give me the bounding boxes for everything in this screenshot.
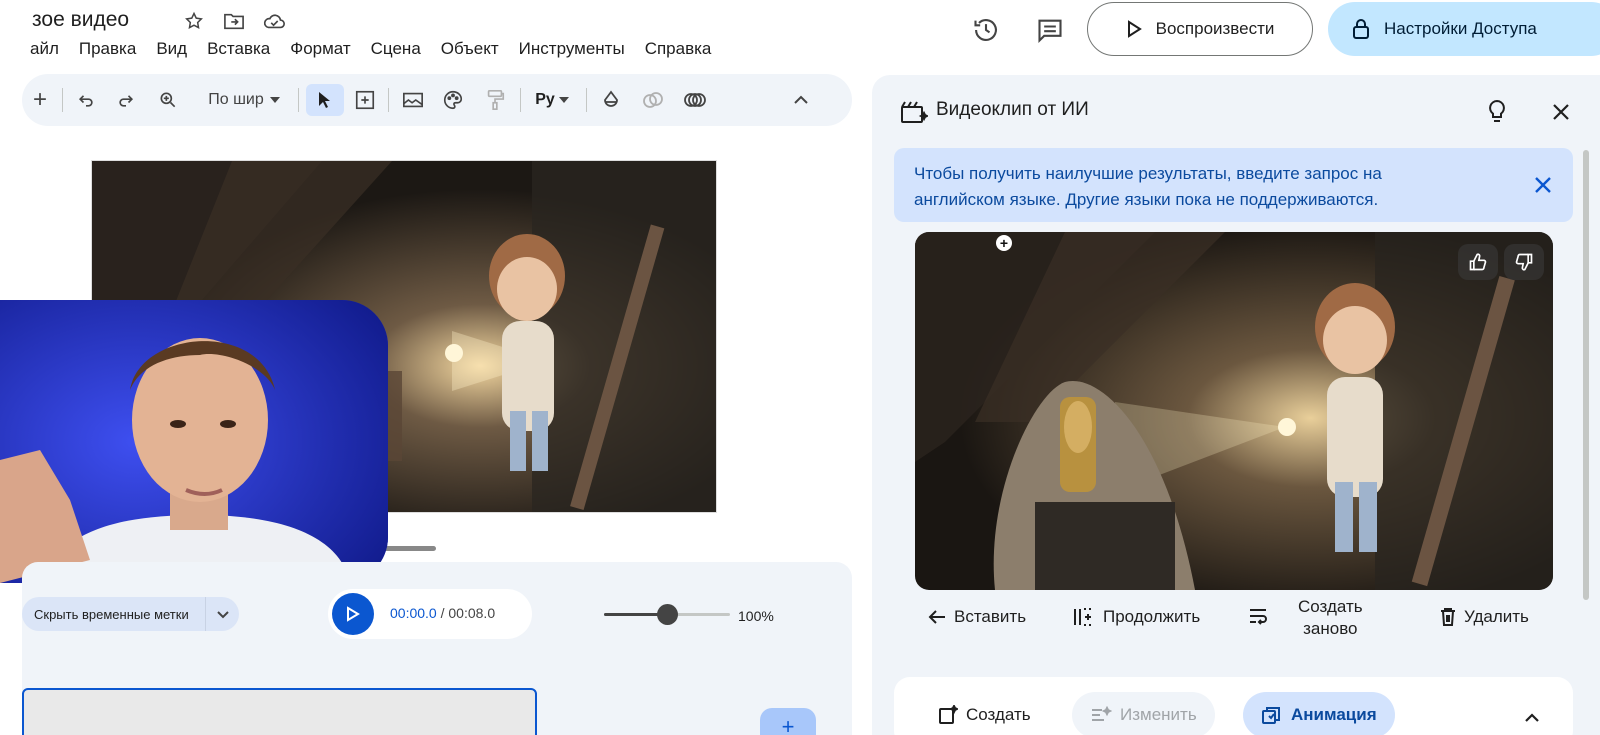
current-time: 00:00.0 (390, 605, 437, 621)
presenter-webcam-overlay (0, 300, 388, 583)
mode-create-button[interactable]: Создать (920, 692, 1049, 735)
menu-object[interactable]: Объект (441, 39, 499, 59)
time-separator: / (436, 605, 449, 621)
toolbar-divider (298, 88, 299, 112)
continue-clip-icon (1074, 608, 1091, 626)
total-time: 00:08.0 (448, 605, 496, 621)
menu-edit[interactable]: Правка (79, 39, 136, 59)
language-notice-banner: Чтобы получить наилучшие результаты, вве… (894, 148, 1573, 222)
menu-file[interactable]: айл (30, 39, 59, 59)
playback-time: 00:00.0 / 00:08.0 (390, 605, 495, 621)
mode-animate-button[interactable]: Анимация (1243, 692, 1395, 735)
format-paint-icon[interactable] (478, 84, 512, 116)
menu-bar: айл Правка Вид Вставка Формат Сцена Объе… (30, 39, 711, 59)
collapse-toolbar-chevron-up-icon[interactable] (784, 84, 818, 116)
language-select[interactable]: Ру (528, 84, 576, 116)
add-to-slide-plus-icon[interactable]: + (996, 235, 1012, 251)
zoom-select-label: По шир (208, 91, 264, 108)
fill-color-icon[interactable] (594, 84, 628, 116)
toolbar-divider (520, 88, 521, 112)
redo-icon[interactable] (112, 84, 140, 116)
top-bar: зое видео айл Правка Вид Вставка Формат … (0, 0, 1600, 75)
mode-edit-button[interactable]: Изменить (1072, 692, 1215, 735)
chevron-down-icon[interactable] (205, 597, 239, 631)
dropdown-caret-icon (558, 97, 569, 103)
clapperboard-sparkle-icon (898, 96, 930, 128)
mode-create-label: Создать (966, 705, 1031, 724)
play-presentation-button[interactable]: Воспроизвести (1087, 2, 1313, 56)
delete-label: Удалить (1464, 607, 1529, 626)
share-access-button[interactable]: Настройки Доступа (1328, 2, 1600, 56)
theme-palette-icon[interactable] (436, 84, 470, 116)
recreate-label-line2: заново (1303, 619, 1358, 638)
zoom-icon[interactable] (154, 84, 182, 116)
thumbs-up-icon[interactable] (1458, 244, 1498, 280)
editor-toolbar: + По шир Ру (22, 74, 852, 126)
comments-icon[interactable] (1032, 12, 1068, 48)
arrow-left-icon (928, 610, 945, 624)
mode-edit-label: Изменить (1120, 705, 1197, 724)
image-frame-icon[interactable] (396, 84, 430, 116)
language-select-label: Ру (535, 91, 555, 108)
lock-icon (1353, 19, 1369, 39)
undo-icon[interactable] (72, 84, 100, 116)
zoom-select[interactable]: По шир (196, 84, 292, 116)
insert-label: Вставить (954, 607, 1027, 626)
share-access-label: Настройки Доступа (1384, 19, 1537, 38)
play-icon (347, 606, 360, 622)
edit-sparkle-icon (1092, 706, 1112, 721)
select-cursor-icon[interactable] (306, 84, 344, 116)
volume-percent: 100% (738, 608, 774, 624)
new-item-plus-icon[interactable]: + (26, 84, 54, 116)
play-presentation-label: Воспроизвести (1155, 19, 1275, 38)
insert-button[interactable]: Вставить (928, 607, 1026, 627)
recreate-label-line1: Создать (1298, 597, 1363, 616)
continue-button[interactable]: Продолжить (1073, 607, 1200, 627)
thumbs-down-icon[interactable] (1504, 244, 1544, 280)
recreate-icon[interactable] (1248, 607, 1268, 625)
recreate-button[interactable]: Создать заново (1298, 596, 1363, 640)
mode-animate-label: Анимация (1291, 705, 1377, 724)
document-title[interactable]: зое видео (32, 8, 129, 32)
text-box-icon[interactable] (348, 84, 382, 116)
hide-timestamps-button[interactable]: Скрыть временные метки (22, 597, 239, 631)
menu-help[interactable]: Справка (645, 39, 712, 59)
panel-title: Видеоклип от ИИ (936, 99, 1089, 120)
play-icon (1127, 20, 1142, 38)
volume-slider-handle[interactable] (656, 604, 678, 625)
animate-sparkle-icon (1262, 707, 1280, 724)
hide-timestamps-label: Скрыть временные метки (34, 606, 189, 622)
menu-view[interactable]: Вид (156, 39, 187, 59)
lightbulb-icon[interactable] (1481, 96, 1513, 128)
panel-scrollbar[interactable] (1583, 150, 1589, 600)
delete-button[interactable]: Удалить (1440, 607, 1529, 627)
toolbar-divider (62, 88, 63, 112)
create-sparkle-icon (939, 705, 958, 724)
version-history-icon[interactable] (968, 12, 1004, 48)
close-banner-icon[interactable] (1527, 169, 1559, 201)
toolbar-divider (586, 88, 587, 112)
add-clip-plus-icon[interactable]: + (760, 708, 816, 735)
menu-tools[interactable]: Инструменты (519, 39, 625, 59)
language-notice-text: Чтобы получить наилучшие результаты, вве… (914, 164, 1382, 209)
toolbar-divider (388, 88, 389, 112)
cloud-saved-icon[interactable] (262, 9, 286, 33)
menu-insert[interactable]: Вставка (207, 39, 270, 59)
timeline-clip[interactable] (22, 688, 537, 735)
continue-label: Продолжить (1103, 607, 1201, 626)
trash-icon (1441, 608, 1455, 626)
collapse-chevron-up-icon[interactable] (1516, 702, 1548, 734)
dropdown-caret-icon (269, 97, 280, 103)
timeline-play-button[interactable] (332, 593, 374, 635)
star-icon[interactable] (182, 9, 206, 33)
arrange-layers-icon[interactable] (636, 84, 670, 116)
playback-controls: 00:00.0 / 00:08.0 (328, 589, 532, 639)
move-folder-icon[interactable] (222, 9, 246, 33)
close-panel-icon[interactable] (1545, 96, 1577, 128)
menu-format[interactable]: Формат (290, 39, 350, 59)
menu-scene[interactable]: Сцена (371, 39, 421, 59)
generated-clip-preview[interactable] (915, 232, 1553, 590)
animation-rings-icon[interactable] (678, 84, 712, 116)
